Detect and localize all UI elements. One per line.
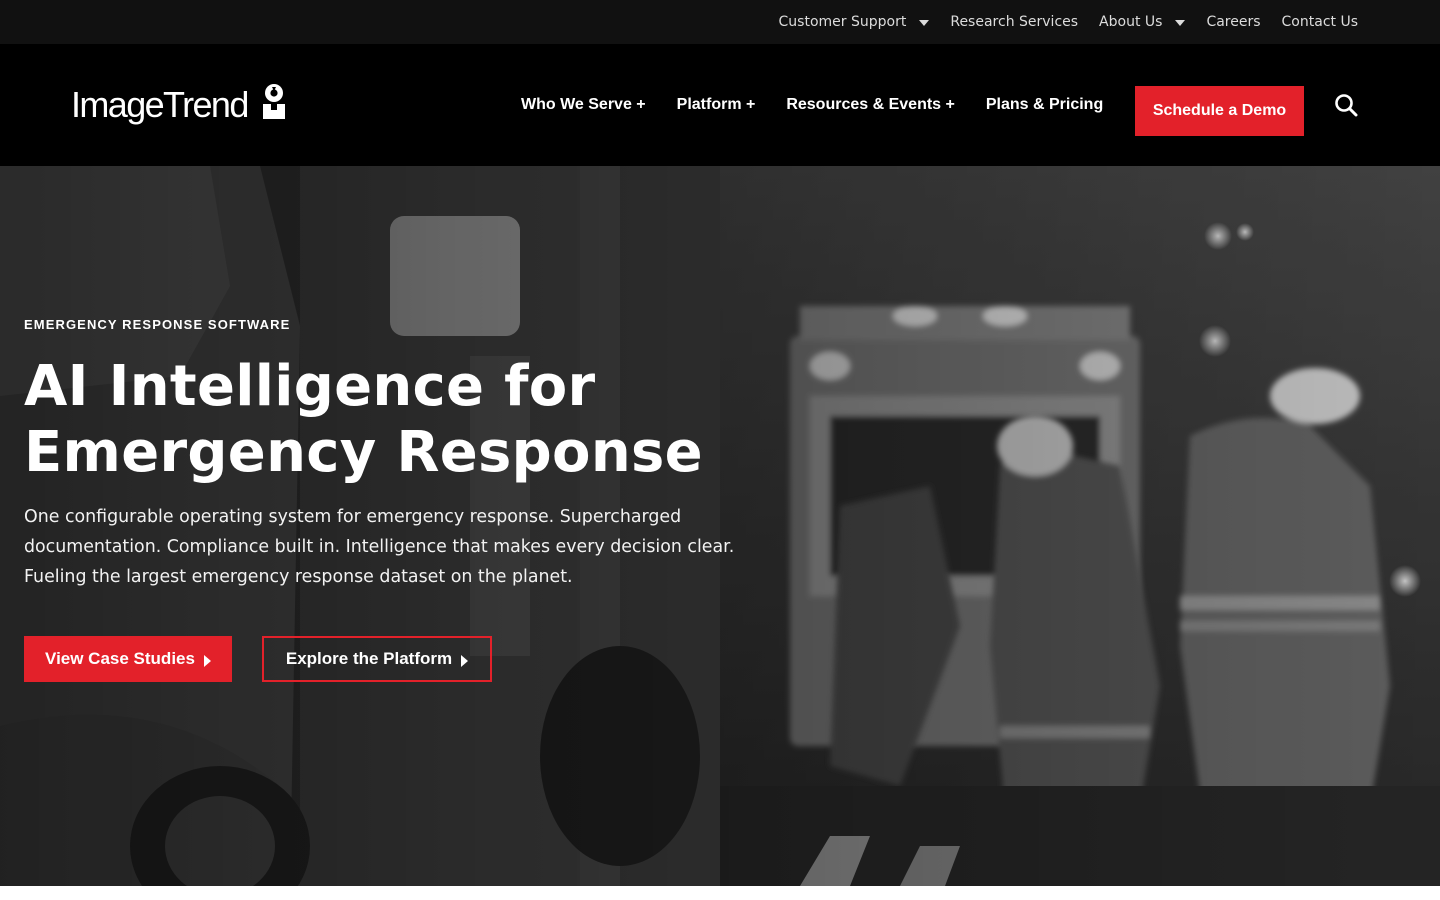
utility-bar: Customer Support Research Services About… bbox=[0, 0, 1440, 44]
nav-resources-events[interactable]: Resources & Events + bbox=[786, 96, 955, 114]
utility-link-label: About Us bbox=[1099, 14, 1163, 30]
hero-headline: AI Intelligence for Emergency Response bbox=[24, 354, 703, 485]
arrow-right-icon bbox=[203, 654, 211, 667]
nav-platform[interactable]: Platform + bbox=[677, 96, 756, 114]
primary-nav: Who We Serve + Platform + Resources & Ev… bbox=[521, 44, 1134, 166]
logo-mark-icon bbox=[262, 84, 285, 119]
utility-link-label: Contact Us bbox=[1281, 14, 1358, 30]
main-header: ImageTrend Who We Serve + Platform + Res… bbox=[0, 44, 1440, 166]
hero-section: EMERGENCY RESPONSE SOFTWARE AI Intellige… bbox=[0, 166, 1440, 886]
utility-link-label: Careers bbox=[1206, 14, 1261, 30]
button-label: View Case Studies bbox=[45, 649, 195, 668]
schedule-demo-button[interactable]: Schedule a Demo bbox=[1135, 86, 1304, 136]
explore-platform-button[interactable]: Explore the Platform bbox=[262, 636, 492, 682]
hero-eyebrow: EMERGENCY RESPONSE SOFTWARE bbox=[24, 317, 291, 332]
utility-link-label: Research Services bbox=[950, 14, 1079, 30]
utility-link-customer-support[interactable]: Customer Support bbox=[779, 14, 930, 30]
button-label: Explore the Platform bbox=[285, 649, 453, 668]
nav-plans-pricing[interactable]: Plans & Pricing bbox=[986, 96, 1103, 114]
utility-link-label: Customer Support bbox=[778, 14, 907, 30]
hero-subtext: One configurable operating system for em… bbox=[24, 507, 735, 587]
utility-link-research-services[interactable]: Research Services bbox=[950, 14, 1078, 30]
utility-link-contact-us[interactable]: Contact Us bbox=[1282, 14, 1358, 30]
search-icon[interactable] bbox=[1334, 93, 1358, 117]
view-case-studies-button[interactable]: View Case Studies bbox=[24, 636, 232, 682]
arrow-right-icon bbox=[461, 654, 469, 667]
site-logo[interactable]: ImageTrend bbox=[71, 82, 286, 128]
caret-down-icon bbox=[1175, 19, 1186, 26]
logo-wordmark: ImageTrend bbox=[71, 84, 249, 125]
caret-down-icon bbox=[919, 19, 930, 26]
nav-who-we-serve[interactable]: Who We Serve + bbox=[521, 96, 646, 114]
utility-link-about-us[interactable]: About Us bbox=[1099, 14, 1186, 30]
utility-link-careers[interactable]: Careers bbox=[1206, 14, 1260, 30]
